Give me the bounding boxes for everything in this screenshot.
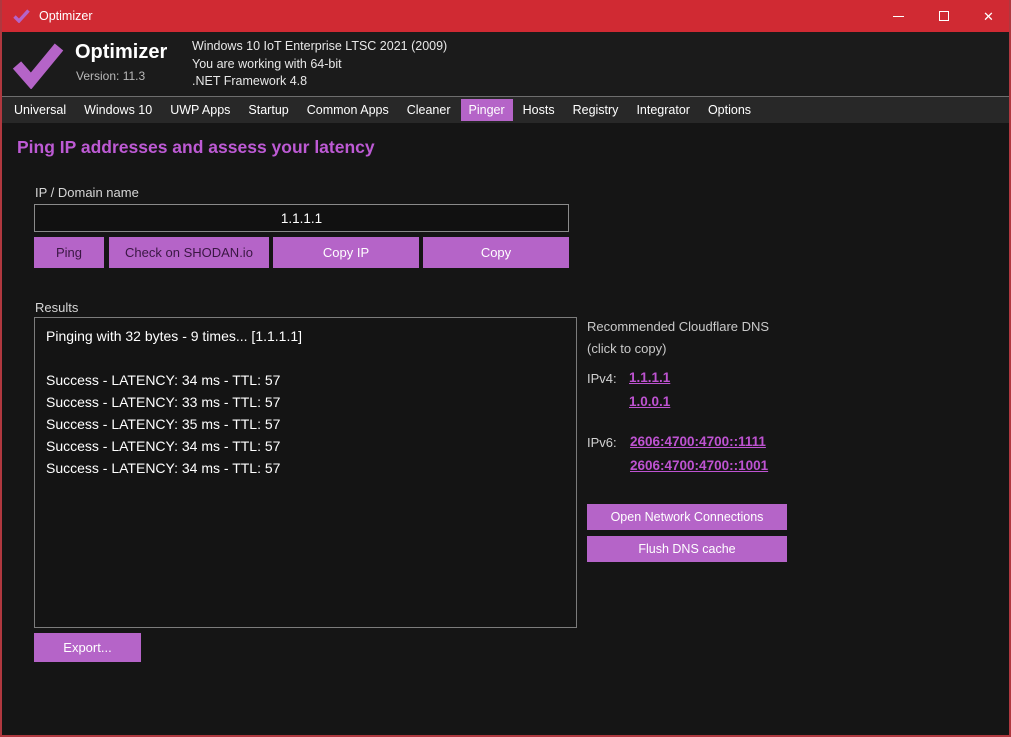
tab-windows-10[interactable]: Windows 10 (76, 99, 160, 121)
checkmark-icon (13, 9, 30, 23)
results-label: Results (35, 300, 78, 315)
results-line: Success - LATENCY: 34 ms - TTL: 57 (46, 369, 565, 391)
app-version: Version: 11.3 (76, 69, 145, 83)
ipv6-link-secondary[interactable]: 2606:4700:4700::1001 (630, 458, 768, 473)
ip-domain-input[interactable] (34, 204, 569, 232)
tab-cleaner[interactable]: Cleaner (399, 99, 459, 121)
ipv4-link-primary[interactable]: 1.1.1.1 (629, 370, 670, 385)
maximize-icon (939, 11, 949, 21)
copy-ip-button[interactable]: Copy IP (273, 237, 419, 268)
page-title: Ping IP addresses and assess your latenc… (17, 137, 375, 158)
ping-button[interactable]: Ping (34, 237, 104, 268)
tab-pinger[interactable]: Pinger (461, 99, 513, 121)
results-line: Success - LATENCY: 34 ms - TTL: 57 (46, 457, 565, 479)
maximize-button[interactable] (921, 0, 966, 32)
ipv4-link-secondary[interactable]: 1.0.0.1 (629, 394, 670, 409)
ipv4-label: IPv4: (587, 371, 617, 386)
ipv6-label: IPv6: (587, 435, 617, 450)
ipv6-link-primary[interactable]: 2606:4700:4700::1111 (630, 434, 766, 449)
system-info-arch: You are working with 64-bit (192, 56, 447, 74)
tab-integrator[interactable]: Integrator (628, 99, 698, 121)
results-line: Success - LATENCY: 35 ms - TTL: 57 (46, 413, 565, 435)
app-name: Optimizer (75, 41, 167, 64)
minimize-icon (893, 16, 904, 17)
close-icon: ✕ (983, 10, 994, 23)
results-box[interactable]: Pinging with 32 bytes - 9 times... [1.1.… (34, 317, 577, 628)
copy-button[interactable]: Copy (423, 237, 569, 268)
close-button[interactable]: ✕ (966, 0, 1011, 32)
dns-panel-title: Recommended Cloudflare DNS (587, 319, 769, 334)
results-line: Success - LATENCY: 33 ms - TTL: 57 (46, 391, 565, 413)
results-line: Success - LATENCY: 34 ms - TTL: 57 (46, 435, 565, 457)
tab-uwp-apps[interactable]: UWP Apps (162, 99, 238, 121)
app-header: Optimizer Version: 11.3 Windows 10 IoT E… (2, 32, 1009, 96)
ip-domain-label: IP / Domain name (35, 185, 139, 200)
app-logo-checkmark-icon (12, 39, 64, 94)
dns-panel-subtitle: (click to copy) (587, 341, 666, 356)
check-shodan-button[interactable]: Check on SHODAN.io (109, 237, 269, 268)
flush-dns-cache-button[interactable]: Flush DNS cache (587, 536, 787, 562)
window-controls: ✕ (876, 0, 1011, 32)
tab-options[interactable]: Options (700, 99, 759, 121)
tab-startup[interactable]: Startup (240, 99, 296, 121)
system-info: Windows 10 IoT Enterprise LTSC 2021 (200… (192, 38, 447, 91)
system-info-dotnet: .NET Framework 4.8 (192, 73, 447, 91)
results-line: Pinging with 32 bytes - 9 times... [1.1.… (46, 325, 565, 347)
tab-hosts[interactable]: Hosts (515, 99, 563, 121)
tab-bar: Universal Windows 10 UWP Apps Startup Co… (2, 96, 1009, 123)
open-network-connections-button[interactable]: Open Network Connections (587, 504, 787, 530)
minimize-button[interactable] (876, 0, 921, 32)
tab-universal[interactable]: Universal (6, 99, 74, 121)
title-bar: Optimizer ✕ (0, 0, 1011, 32)
export-button[interactable]: Export... (34, 633, 141, 662)
system-info-os: Windows 10 IoT Enterprise LTSC 2021 (200… (192, 38, 447, 56)
tab-registry[interactable]: Registry (565, 99, 627, 121)
window-title: Optimizer (39, 9, 92, 23)
results-line (46, 347, 565, 369)
app-window: Optimizer ✕ Optimizer Version: 11.3 Wind… (0, 0, 1011, 737)
tab-common-apps[interactable]: Common Apps (299, 99, 397, 121)
